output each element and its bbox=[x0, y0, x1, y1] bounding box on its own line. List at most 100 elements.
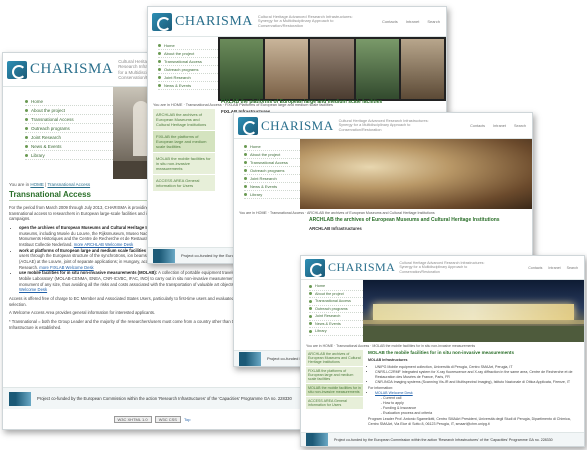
nav-joint-research[interactable]: Joint Research bbox=[244, 175, 300, 183]
breadcrumb-home[interactable]: HOME bbox=[30, 182, 44, 187]
info-sublist: Current call How to apply Funding & Insu… bbox=[375, 396, 579, 415]
nav-news-events[interactable]: News & Events bbox=[244, 183, 300, 191]
nav-news-events[interactable]: News & Events bbox=[309, 321, 363, 328]
sidebox-archlab[interactable]: ARCHLAB the archives of European Museums… bbox=[153, 109, 215, 131]
breadcrumb: You are in HOME · Transnational Access ·… bbox=[239, 211, 435, 215]
nav-about[interactable]: About the project bbox=[309, 291, 363, 298]
brand-name[interactable]: CHARISMA bbox=[328, 260, 395, 275]
hero-photo-building-night bbox=[363, 280, 584, 342]
nav-outreach[interactable]: Outreach programs bbox=[25, 124, 113, 133]
bullet-icon bbox=[158, 52, 161, 55]
list-item: CNR-INOA Imaging systems (Scanning Vis-I… bbox=[375, 380, 579, 385]
xhtml-badge[interactable]: W3C XHTML 1.0 bbox=[113, 416, 152, 423]
bullet-icon bbox=[25, 153, 28, 157]
nav-about[interactable]: About the project bbox=[244, 151, 300, 159]
top-link[interactable]: Top bbox=[184, 417, 190, 422]
page-title: MOLAB the mobile facilities for in situ … bbox=[368, 350, 515, 355]
nav-outreach[interactable]: Outreach programs bbox=[158, 66, 218, 74]
site-header: CHARISMA Cultural Heritage Advanced Rese… bbox=[148, 7, 446, 37]
nav-transnational-access[interactable]: Transnational Access bbox=[244, 159, 300, 167]
bullet-icon bbox=[244, 161, 247, 164]
sidebox-archlab[interactable]: ARCHLAB the archives of European Museums… bbox=[306, 350, 363, 367]
nav-label: About the project bbox=[315, 291, 344, 296]
footer: Project co-funded by the European Commis… bbox=[301, 432, 584, 446]
sidebox-fixlab[interactable]: FIXLAB the platforms of European large a… bbox=[153, 131, 215, 153]
nav-label: Outreach programs bbox=[31, 125, 70, 131]
sidebox-molab[interactable]: MOLAB the mobile facilities for in situ … bbox=[153, 153, 215, 175]
nav-joint-research[interactable]: Joint Research bbox=[158, 74, 218, 82]
validation-badges: W3C XHTML 1.0 W3C CSS Top bbox=[3, 416, 301, 423]
nav-home[interactable]: Home bbox=[244, 143, 300, 151]
nav-label: Outreach programs bbox=[164, 67, 199, 72]
nav-transnational-access[interactable]: Transnational Access bbox=[158, 58, 218, 66]
brand-name[interactable]: CHARISMA bbox=[30, 61, 113, 78]
bullet-icon bbox=[25, 99, 28, 103]
brand-name[interactable]: CHARISMA bbox=[261, 118, 334, 134]
nav-news-events[interactable]: News & Events bbox=[158, 82, 218, 90]
info-list: MOLAB Welcome Desk Current call How to a… bbox=[368, 391, 579, 415]
sidebox-access-area[interactable]: ACCESS AREA General information for User… bbox=[306, 397, 363, 410]
nav-label: Outreach programs bbox=[250, 168, 285, 173]
intranet-link[interactable]: Intranet bbox=[406, 19, 420, 24]
nav-label: Joint Research bbox=[250, 176, 277, 181]
bullet-icon bbox=[309, 292, 312, 296]
nav-label: Transnational Access bbox=[250, 160, 288, 165]
main-content: ARCHLAB the archives of European Museums… bbox=[234, 217, 532, 231]
sidebox-access-area[interactable]: ACCESS AREA General information for User… bbox=[153, 175, 215, 192]
nav-joint-research[interactable]: Joint Research bbox=[309, 313, 363, 321]
nav-label: About the project bbox=[31, 107, 66, 113]
main-nav: Home About the project Transnational Acc… bbox=[3, 87, 113, 179]
bullet-icon bbox=[244, 177, 247, 180]
nav-outreach[interactable]: Outreach programs bbox=[309, 306, 363, 313]
nav-transnational-access[interactable]: Transnational Access bbox=[309, 298, 363, 306]
nav-about[interactable]: About the project bbox=[25, 106, 113, 115]
footer-text: Project co-funded by the European Commis… bbox=[334, 437, 553, 442]
nav-library[interactable]: Library bbox=[25, 151, 113, 160]
nav-label: Outreach programs bbox=[315, 306, 348, 311]
search-link[interactable]: Search bbox=[427, 19, 440, 24]
nav-news-events[interactable]: News & Events bbox=[25, 142, 113, 151]
list-item: MOLAB Welcome Desk Current call How to a… bbox=[375, 391, 579, 415]
nav-transnational-access[interactable]: Transnational Access bbox=[25, 115, 113, 124]
nav-outreach[interactable]: Outreach programs bbox=[244, 167, 300, 175]
nav-library[interactable]: Library bbox=[309, 328, 363, 336]
intranet-link[interactable]: Intranet bbox=[493, 124, 506, 128]
search-link[interactable]: Search bbox=[514, 124, 526, 128]
brand-tagline: Cultural Heritage Advanced Research Infr… bbox=[399, 261, 485, 274]
bullet-icon bbox=[158, 44, 161, 47]
fixlab-more-link[interactable]: more FIXLAB Welcome Desk bbox=[39, 265, 93, 270]
archlab-more-link[interactable]: more ARCHLAB Welcome Desk bbox=[74, 242, 134, 247]
main-nav: Home About the project Transnational Acc… bbox=[301, 280, 363, 342]
contacts-link[interactable]: Contacts bbox=[470, 124, 485, 128]
list-item: Evaluation process and criteria bbox=[383, 411, 579, 416]
nav-home[interactable]: Home bbox=[25, 97, 113, 106]
nav-home[interactable]: Home bbox=[309, 283, 363, 291]
contacts-link[interactable]: Contacts bbox=[528, 266, 542, 270]
nav-about[interactable]: About the project bbox=[158, 50, 218, 58]
molab-welcome-desk-link[interactable]: MOLAB Welcome Desk bbox=[375, 391, 413, 395]
site-header: CHARISMA Cultural Heritage Advanced Rese… bbox=[234, 113, 532, 139]
molab-title: use mobile facilities for in situ non-in… bbox=[19, 270, 158, 276]
bullet-icon bbox=[244, 153, 247, 156]
fixlab-title: work at platforms of European large and … bbox=[19, 247, 167, 253]
nav-home[interactable]: Home bbox=[158, 42, 218, 50]
sidebox-molab[interactable]: MOLAB the mobile facilities for in situ … bbox=[306, 384, 363, 397]
breadcrumb-current[interactable]: Transnational Access bbox=[47, 182, 90, 187]
hero-photo-statue-scans bbox=[218, 37, 446, 101]
nav-label: Home bbox=[250, 144, 261, 149]
intranet-link[interactable]: Intranet bbox=[548, 266, 560, 270]
fp7-logo-icon bbox=[153, 248, 175, 263]
brand-name[interactable]: CHARISMA bbox=[175, 14, 253, 30]
nav-joint-research[interactable]: Joint Research bbox=[25, 133, 113, 142]
search-link[interactable]: Search bbox=[567, 266, 578, 270]
breadcrumb: You are in HOME · Transnational Access ·… bbox=[306, 344, 476, 348]
nav-library[interactable]: Library bbox=[244, 191, 300, 199]
css-badge[interactable]: W3C CSS bbox=[154, 416, 181, 423]
brand-tagline: Cultural Heritage Advanced Research Infr… bbox=[338, 118, 429, 132]
bullet-icon bbox=[244, 193, 247, 196]
sidebox-fixlab[interactable]: FIXLAB the platforms of European large a… bbox=[306, 367, 363, 384]
content-row: ARCHLAB the archives of European Museums… bbox=[301, 350, 584, 427]
section-subtitle: MOLAB Infrastructures bbox=[368, 358, 408, 363]
contacts-link[interactable]: Contacts bbox=[382, 19, 398, 24]
bullet-icon bbox=[309, 284, 312, 288]
